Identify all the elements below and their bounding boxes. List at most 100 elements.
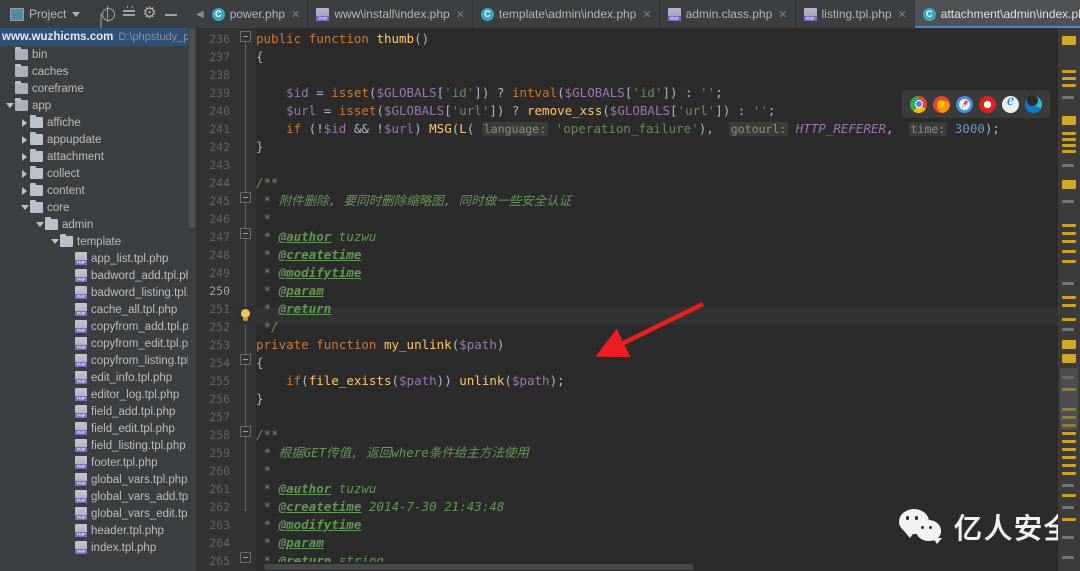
code-line[interactable]: * @createtime: [256, 246, 1058, 264]
tree-file-item[interactable]: copyfrom_edit.tpl.php: [0, 335, 196, 352]
marker-tick[interactable]: [1062, 96, 1074, 99]
tree-file-item[interactable]: badword_add.tpl.php: [0, 267, 196, 284]
marker-tick[interactable]: [1062, 144, 1076, 147]
marker-tick[interactable]: [1062, 432, 1076, 435]
horizontal-scrollbar[interactable]: [256, 562, 1058, 571]
tab-attachment-admin-index-php[interactable]: attachment\admin\index.php ✕: [914, 0, 1080, 28]
close-icon[interactable]: ✕: [642, 8, 651, 21]
chevron-right-icon[interactable]: [19, 186, 30, 195]
tree-file-item[interactable]: edit_info.tpl.php: [0, 369, 196, 386]
code-line[interactable]: if(file_exists($path)) unlink($path);: [256, 372, 1058, 390]
marker-tick[interactable]: [1062, 518, 1076, 521]
tree-file-item[interactable]: footer.tpl.php: [0, 454, 196, 471]
marker-tick[interactable]: [1062, 232, 1076, 235]
tab-template-admin-index-php[interactable]: template\admin\index.php ✕: [473, 0, 660, 28]
tree-file-item[interactable]: header.tpl.php: [0, 522, 196, 539]
error-marker-bar[interactable]: [1058, 28, 1080, 571]
tree-file-item[interactable]: field_edit.tpl.php: [0, 420, 196, 437]
code-line[interactable]: [256, 66, 1058, 84]
sidebar-scrollbar[interactable]: [188, 28, 196, 571]
tree-file-item[interactable]: app_list.tpl.php: [0, 250, 196, 267]
code-line[interactable]: /**: [256, 426, 1058, 444]
safari-icon[interactable]: [956, 95, 973, 113]
marker-tick[interactable]: [1062, 494, 1076, 497]
code-line[interactable]: [256, 156, 1058, 174]
marker-tick[interactable]: [1062, 296, 1076, 299]
tree-file-item[interactable]: index.tpl.php: [0, 539, 196, 556]
code-line[interactable]: *: [256, 210, 1058, 228]
marker-tick[interactable]: [1062, 456, 1076, 459]
code-line[interactable]: }: [256, 138, 1058, 156]
marker-tick[interactable]: [1062, 440, 1076, 443]
tree-file-item[interactable]: editor_log.tpl.php: [0, 386, 196, 403]
chevron-down-icon[interactable]: [49, 239, 60, 244]
tree-folder-item[interactable]: app: [0, 97, 196, 114]
chevron-right-icon[interactable]: [19, 169, 30, 178]
fold-toggle-icon[interactable]: [240, 552, 251, 563]
marker-tick[interactable]: [1062, 328, 1074, 331]
marker-tick[interactable]: [1062, 116, 1076, 125]
marker-tick[interactable]: [1062, 200, 1074, 203]
edge-icon[interactable]: [1025, 94, 1042, 113]
browser-run-toolbar[interactable]: [902, 90, 1050, 118]
tree-root-node[interactable]: www.wuzhicms.com D:\phpstudy_pro: [0, 28, 196, 46]
code-line[interactable]: * 附件删除, 要同时删除缩略图, 同时做一些安全认证: [256, 192, 1058, 210]
marker-tick[interactable]: [1062, 132, 1076, 135]
marker-tick[interactable]: [1062, 484, 1074, 487]
marker-tick[interactable]: [1062, 318, 1076, 321]
tree-file-item[interactable]: global_vars_add.tpl.php: [0, 488, 196, 505]
marker-tick[interactable]: [1062, 536, 1074, 539]
fold-toggle-icon[interactable]: [240, 228, 251, 239]
code-line[interactable]: {: [256, 48, 1058, 66]
marker-tick[interactable]: [1062, 354, 1076, 363]
close-icon[interactable]: ✕: [778, 8, 787, 21]
chevron-down-icon[interactable]: [34, 222, 45, 227]
code-line[interactable]: public function thumb(): [256, 30, 1058, 48]
code-line[interactable]: * 根据GET传值, 返回where条件给主方法使用: [256, 444, 1058, 462]
tab-listing-tpl-php[interactable]: listing.tpl.php ✕: [796, 0, 915, 28]
marker-tick[interactable]: [1062, 506, 1074, 509]
fold-toggle-icon[interactable]: [240, 426, 251, 437]
tree-folder-item[interactable]: collect: [0, 165, 196, 182]
marker-tick[interactable]: [1062, 250, 1076, 253]
intention-bulb-icon[interactable]: [240, 309, 251, 322]
tab-www-install-index-php[interactable]: www\install\index.php ✕: [308, 0, 473, 28]
code-line[interactable]: /**: [256, 174, 1058, 192]
code-editor[interactable]: 236 237 238 239 240 241 242 243 244 245 246 247 248 2…: [196, 28, 1080, 571]
tree-file-item[interactable]: field_add.tpl.php: [0, 403, 196, 420]
fold-toggle-icon[interactable]: [240, 31, 251, 42]
firefox-icon[interactable]: [933, 95, 950, 113]
chevron-down-icon[interactable]: [4, 103, 15, 108]
marker-tick[interactable]: [1062, 224, 1076, 227]
chrome-icon[interactable]: [910, 95, 927, 113]
tree-folder-item[interactable]: appupdate: [0, 131, 196, 148]
chevron-down-icon[interactable]: [72, 11, 81, 17]
marker-tick[interactable]: [1062, 84, 1076, 87]
tree-folder-item[interactable]: caches: [0, 63, 196, 80]
tree-folder-item[interactable]: affiche: [0, 114, 196, 131]
tree-file-item[interactable]: global_vars.tpl.php: [0, 471, 196, 488]
fold-toggle-icon[interactable]: [240, 354, 251, 365]
code-line[interactable]: [256, 408, 1058, 426]
tree-folder-item[interactable]: template: [0, 233, 196, 250]
tab-power-php[interactable]: power.php ✕: [204, 0, 309, 28]
marker-tick[interactable]: [1062, 282, 1074, 285]
tree-folder-item[interactable]: attachment: [0, 148, 196, 165]
marker-tick[interactable]: [1062, 556, 1074, 559]
code-line[interactable]: *: [256, 462, 1058, 480]
marker-tick[interactable]: [1062, 36, 1076, 45]
code-line[interactable]: * @author tuzwu: [256, 228, 1058, 246]
marker-tick[interactable]: [1062, 304, 1076, 307]
marker-tick[interactable]: [1062, 472, 1076, 475]
tree-file-item[interactable]: cache_all.tpl.php: [0, 301, 196, 318]
tree-folder-item[interactable]: content: [0, 182, 196, 199]
marker-tick[interactable]: [1062, 70, 1076, 73]
opera-icon[interactable]: [979, 95, 996, 113]
close-icon[interactable]: ✕: [291, 8, 300, 21]
tree-file-item[interactable]: copyfrom_listing.tpl.php: [0, 352, 196, 369]
close-icon[interactable]: ✕: [456, 8, 465, 21]
tree-file-item[interactable]: badword_listing.tpl.php: [0, 284, 196, 301]
fold-toggle-icon[interactable]: [240, 192, 251, 203]
tree-folder-item[interactable]: bin: [0, 46, 196, 63]
tree-file-item[interactable]: field_listing.tpl.php: [0, 437, 196, 454]
